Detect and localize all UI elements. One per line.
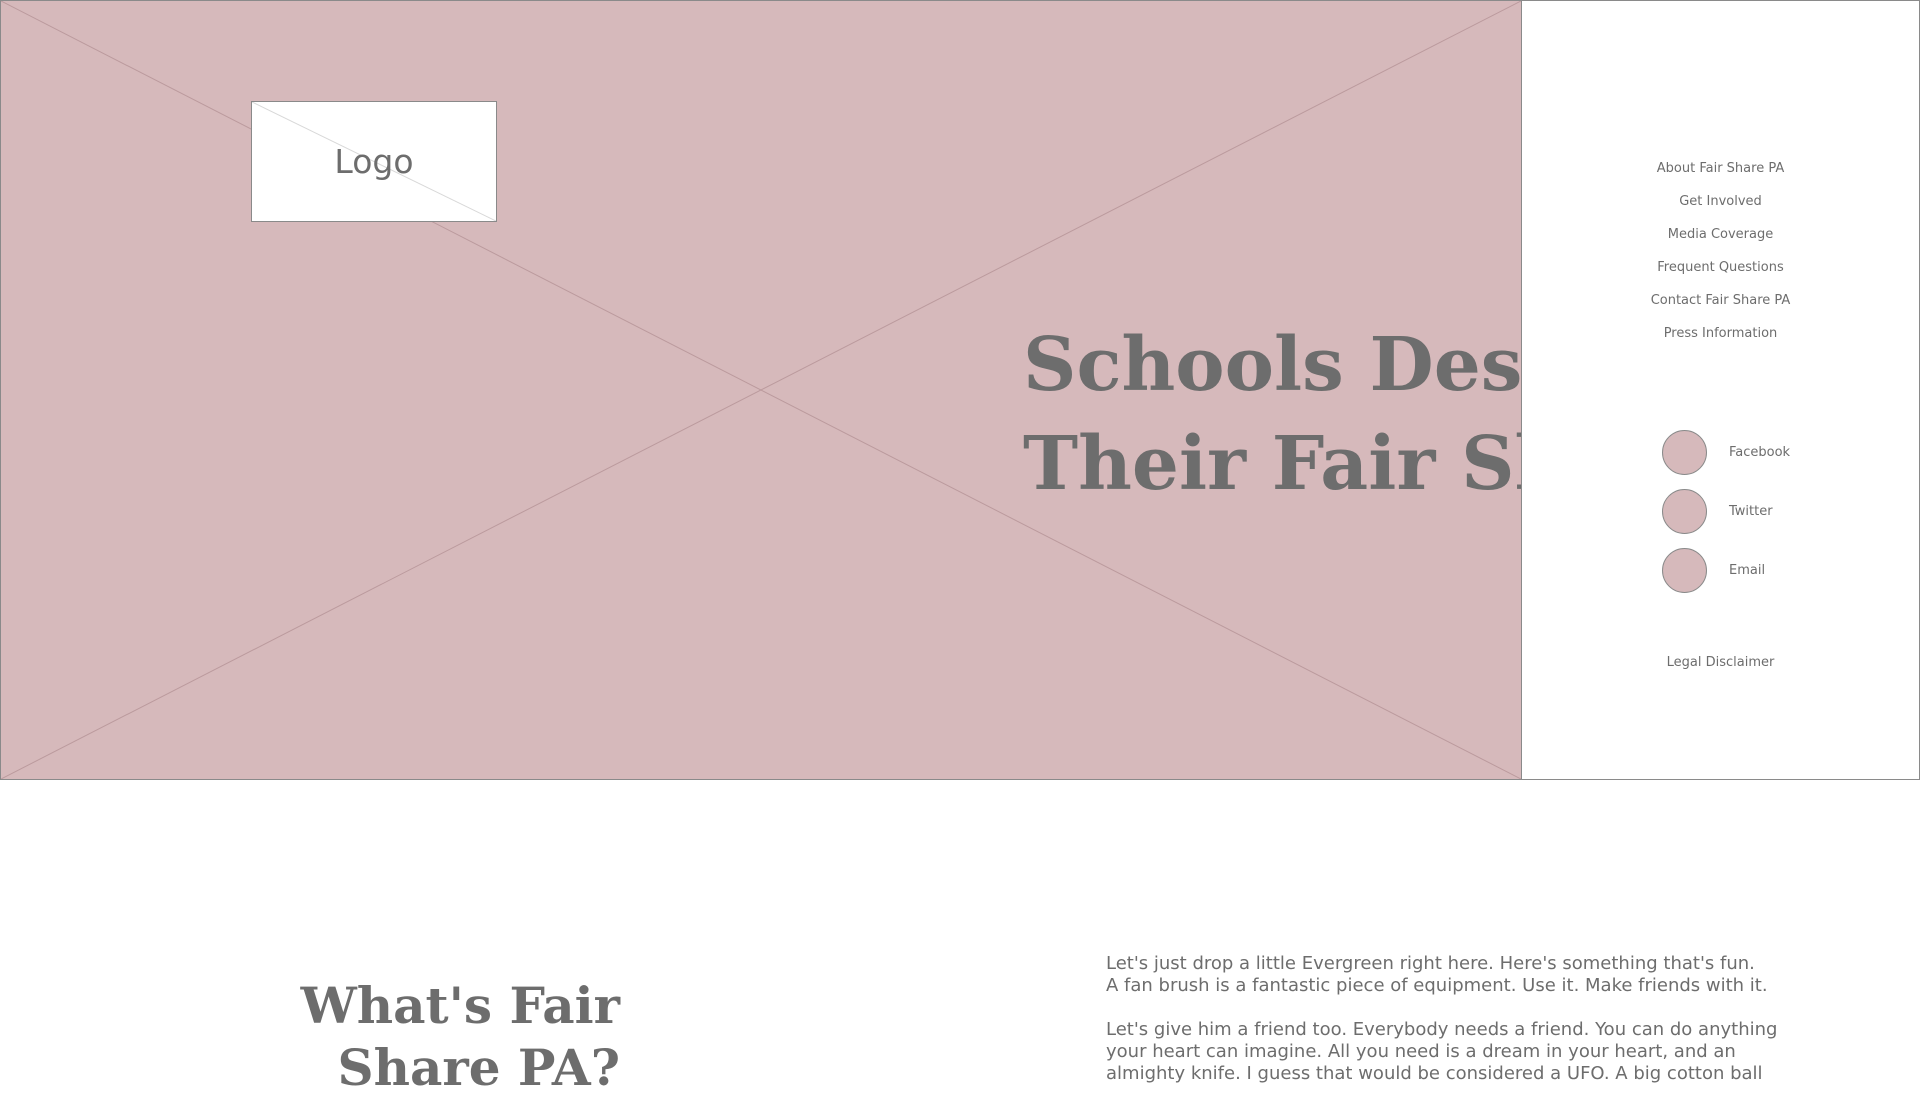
nav-item-frequent-questions[interactable]: Frequent Questions <box>1522 256 1919 289</box>
social-label-email: Email <box>1729 563 1766 578</box>
email-icon <box>1662 548 1707 593</box>
hero-title: Schools Deserve Their Fair Share <box>1023 316 1522 514</box>
nav-item-press-information[interactable]: Press Information <box>1522 322 1919 355</box>
hero-title-line-2: Their Fair Share <box>1023 421 1521 507</box>
side-navigation-panel: About Fair Share PA Get Involved Media C… <box>1521 0 1920 780</box>
hero-title-line-1: Schools Deserve <box>1023 322 1522 408</box>
nav-item-contact[interactable]: Contact Fair Share PA <box>1522 289 1919 322</box>
hero-image-placeholder: Logo Schools Deserve Their Fair Share <box>0 0 1522 780</box>
social-link-twitter[interactable]: Twitter <box>1662 482 1882 541</box>
social-link-email[interactable]: Email <box>1662 541 1882 600</box>
social-links: Facebook Twitter Email <box>1662 423 1882 600</box>
section-heading: What's Fair Share PA? <box>300 976 620 1097</box>
intro-paragraph-1: Let's just drop a little Evergreen right… <box>1106 953 1768 996</box>
intro-paragraph-2: Let's give him a friend too. Everybody n… <box>1106 1019 1778 1084</box>
social-link-facebook[interactable]: Facebook <box>1662 423 1882 482</box>
logo-label: Logo <box>334 142 414 181</box>
facebook-icon <box>1662 430 1707 475</box>
intro-body: Let's just drop a little Evergreen right… <box>1106 953 1806 1107</box>
social-label-facebook: Facebook <box>1729 445 1791 460</box>
nav-menu: About Fair Share PA Get Involved Media C… <box>1522 157 1919 355</box>
nav-item-about[interactable]: About Fair Share PA <box>1522 157 1919 190</box>
legal-disclaimer-link[interactable]: Legal Disclaimer <box>1522 655 1919 670</box>
logo[interactable]: Logo <box>251 101 497 222</box>
nav-item-get-involved[interactable]: Get Involved <box>1522 190 1919 223</box>
twitter-icon <box>1662 489 1707 534</box>
nav-item-media-coverage[interactable]: Media Coverage <box>1522 223 1919 256</box>
social-label-twitter: Twitter <box>1729 504 1773 519</box>
